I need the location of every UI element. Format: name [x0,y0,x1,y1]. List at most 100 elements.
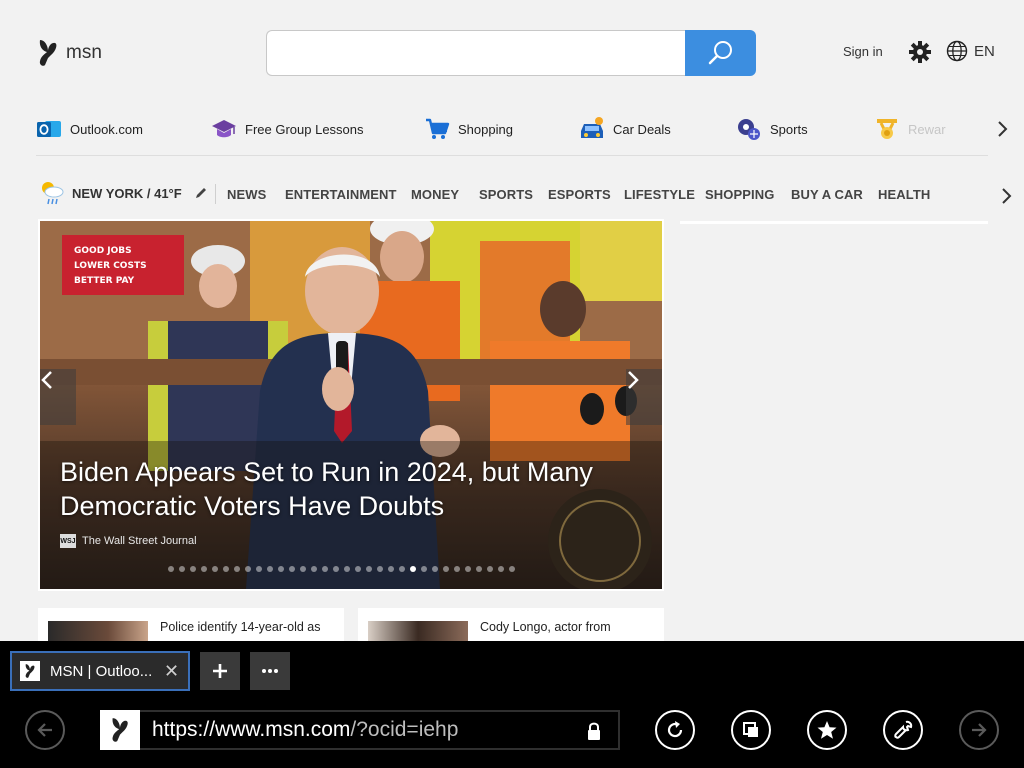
hero-image[interactable]: GOOD JOBS LOWER COSTS BETTER PAY Biden A… [40,221,662,589]
tools-button[interactable] [883,710,923,750]
carousel-dot[interactable] [168,566,174,572]
favorites-button[interactable] [807,710,847,750]
carousel-next-button[interactable] [626,369,662,425]
quicklink-car-deals[interactable]: Car Deals [579,116,671,142]
search-icon [708,41,732,65]
sign-line-2: LOWER COSTS [74,261,147,271]
weather-widget[interactable]: NEW YORK / 41°F [38,178,208,208]
carousel-dot[interactable] [179,566,185,572]
nav-money[interactable]: MONEY [411,187,459,202]
carousel-dot[interactable] [333,566,339,572]
weather-location-temp: NEW YORK / 41°F [72,185,182,201]
new-tab-button[interactable] [200,652,240,690]
carousel-dot[interactable] [465,566,471,572]
quicklink-outlook[interactable]: Outlook.com [36,116,143,142]
hero-source[interactable]: WSJ The Wall Street Journal [60,534,197,548]
nav-health[interactable]: HEALTH [878,187,930,202]
carousel-dot[interactable] [245,566,251,572]
carousel-dot[interactable] [223,566,229,572]
quicklinks-next-chevron-icon[interactable] [994,119,1010,139]
language-selector[interactable]: EN [946,40,995,62]
quicklink-label: Rewar [908,121,946,137]
gear-icon[interactable] [908,40,932,64]
tabs-button[interactable] [731,710,771,750]
car-icon [581,117,603,138]
carousel-dot[interactable] [509,566,515,572]
wsj-logo-icon: WSJ [60,534,76,548]
hero-headline[interactable]: Biden Appears Set to Run in 2024, but Ma… [60,455,640,523]
nav-next-chevron-icon[interactable] [998,186,1014,206]
carousel-dot[interactable] [432,566,438,572]
logo-text: msn [66,42,102,63]
carousel-dot[interactable] [498,566,504,572]
forward-button[interactable] [959,710,999,750]
tab-options-button[interactable] [250,652,290,690]
carousel-dot[interactable] [234,566,240,572]
carousel-dot[interactable] [278,566,284,572]
carousel-dot[interactable] [487,566,493,572]
address-favicon [100,710,140,750]
carousel-dot[interactable] [421,566,427,572]
refresh-button[interactable] [655,710,695,750]
carousel-prev-button[interactable] [40,369,76,425]
carousel-dot[interactable] [377,566,383,572]
msn-logo[interactable]: msn [36,38,102,68]
carousel-dot[interactable] [366,566,372,572]
hero-carousel[interactable]: GOOD JOBS LOWER COSTS BETTER PAY Biden A… [38,219,664,591]
news-card[interactable]: Police identify 14-year-old as [38,608,344,642]
nav-lifestyle[interactable]: LIFESTYLE [624,187,695,202]
carousel-dot[interactable] [289,566,295,572]
browser-tab-active[interactable]: MSN | Outloo... ✕ [10,651,190,691]
nav-shopping[interactable]: SHOPPING [705,187,774,202]
carousel-dot[interactable] [476,566,482,572]
address-bar[interactable]: https://www.msn.com/?ocid=iehp [100,710,620,750]
carousel-dots [168,566,515,572]
carousel-dot[interactable] [267,566,273,572]
nav-sports[interactable]: SPORTS [479,187,533,202]
chevron-right-icon [628,371,639,389]
carousel-dot[interactable] [344,566,350,572]
more-icon [262,669,278,673]
quicklink-sports[interactable]: Sports [736,116,808,142]
globe-icon [946,40,968,62]
carousel-dot[interactable] [410,566,416,572]
carousel-dot[interactable] [388,566,394,572]
back-button[interactable] [25,710,65,750]
news-card[interactable]: Cody Longo, actor from [358,608,664,642]
carousel-dot[interactable] [355,566,361,572]
lock-icon[interactable] [586,721,602,741]
refresh-icon [667,721,683,738]
msn-butterfly-icon [112,718,128,742]
carousel-dot[interactable] [311,566,317,572]
carousel-dot[interactable] [201,566,207,572]
right-column-panel [680,205,988,224]
carousel-dot[interactable] [256,566,262,572]
nav-buy-a-car[interactable]: BUY A CAR [791,187,863,202]
carousel-dot[interactable] [443,566,449,572]
nav-esports[interactable]: ESPORTS [548,187,611,202]
carousel-dot[interactable] [212,566,218,572]
carousel-dot[interactable] [322,566,328,572]
carousel-dot[interactable] [190,566,196,572]
carousel-dot[interactable] [300,566,306,572]
arrow-left-icon [37,723,52,737]
nav-news[interactable]: NEWS [227,187,266,202]
quicklink-free-group-lessons[interactable]: Free Group Lessons [211,116,364,142]
sign-line-1: GOOD JOBS [74,246,132,256]
news-card-headline: Police identify 14-year-old as [160,620,321,634]
search-button[interactable] [685,30,756,76]
quicklink-shopping[interactable]: Shopping [424,116,513,142]
pencil-icon[interactable] [194,186,208,200]
nav-entertainment[interactable]: ENTERTAINMENT [285,187,397,202]
msn-butterfly-icon [25,664,35,678]
plus-icon [213,664,227,678]
weather-sun-rain-icon [42,182,64,205]
carousel-dot[interactable] [399,566,405,572]
quicklink-rewards[interactable]: Rewar [874,116,946,142]
sign-in-link[interactable]: Sign in [843,44,883,59]
chevron-left-icon [41,371,52,389]
tab-close-icon[interactable]: ✕ [164,661,179,682]
carousel-dot[interactable] [454,566,460,572]
search-input[interactable] [266,30,686,76]
quicklink-label: Sports [770,121,808,137]
